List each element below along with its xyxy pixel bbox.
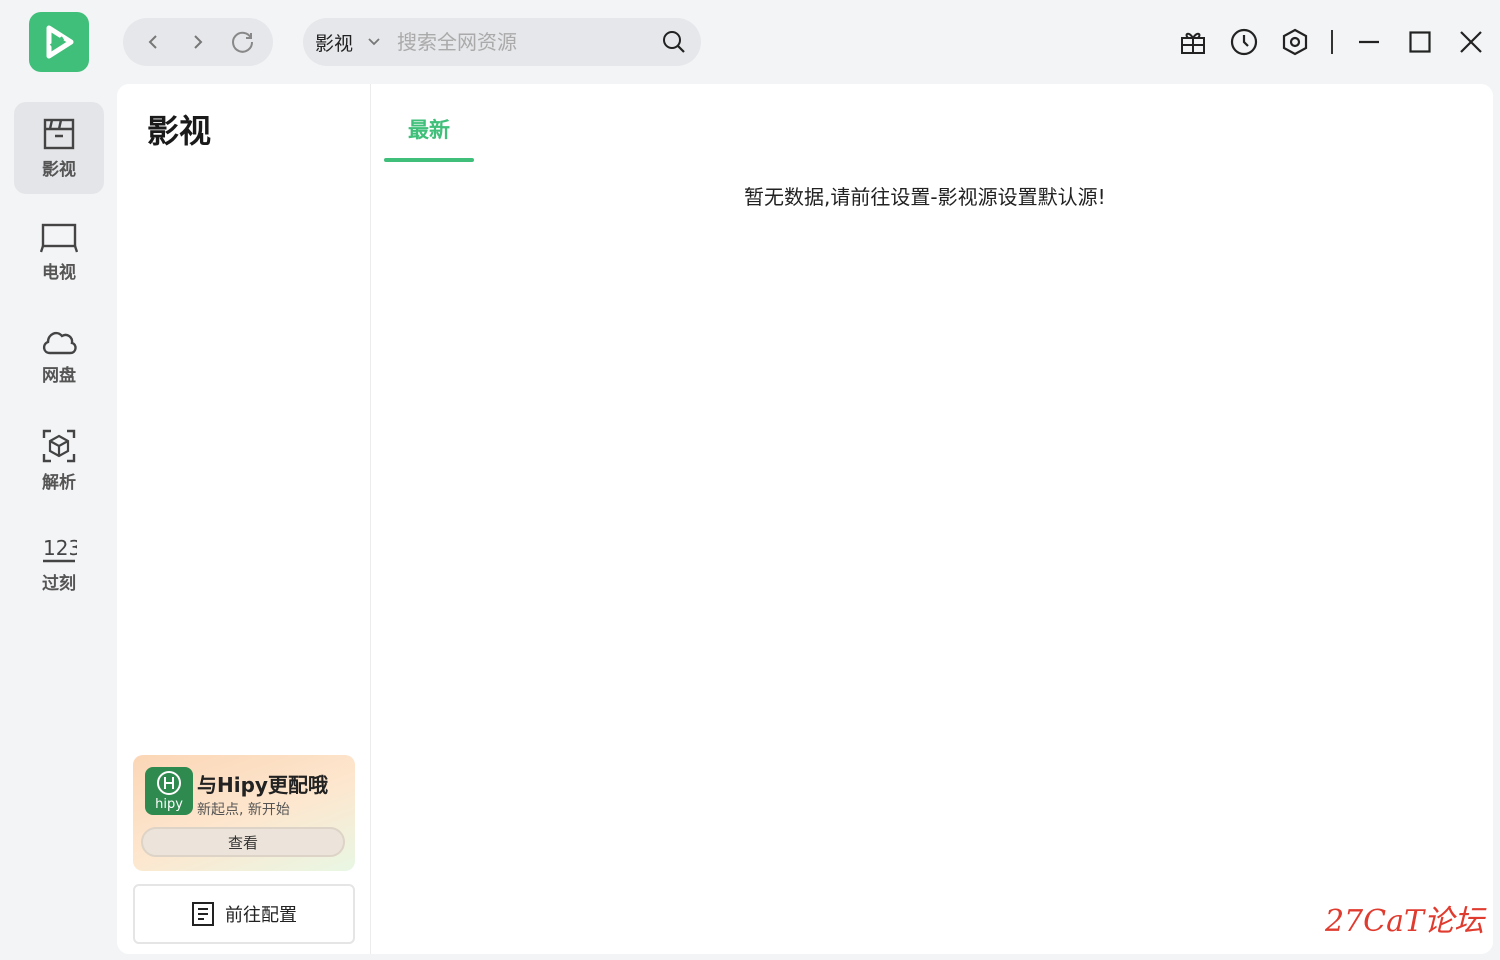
minimize-icon: [1359, 40, 1379, 44]
main-navigation-rail: 影视 电视 网盘 解析 123 过刻: [14, 102, 104, 622]
rail-item-label: 解析: [42, 472, 76, 493]
navigation-controls: [123, 18, 273, 66]
refresh-icon: [231, 31, 253, 53]
rail-item-parse[interactable]: 解析: [14, 414, 104, 506]
empty-state-message: 暂无数据,请前往设置-影视源设置默认源!: [744, 185, 1106, 209]
minimize-button[interactable]: [1354, 27, 1384, 57]
forward-button[interactable]: [182, 26, 214, 58]
history-clock-icon: [1230, 28, 1258, 56]
rail-item-label: 过刻: [42, 573, 76, 594]
cube-scan-icon: [42, 429, 76, 462]
cloud-icon: [42, 331, 77, 354]
back-button[interactable]: [137, 26, 169, 58]
chevron-right-icon: [194, 35, 203, 49]
chevron-left-icon: [148, 35, 158, 49]
search-button[interactable]: [659, 27, 689, 57]
rail-item-film[interactable]: 影视: [14, 102, 104, 194]
maximize-icon: [1409, 31, 1431, 53]
category-sidebar: 影视 hipy 与Hipy更配哦 新起点, 新开始 查看 前往配置: [117, 84, 371, 954]
tv-icon: [40, 223, 78, 252]
refresh-button[interactable]: [227, 26, 259, 58]
svg-text:123: 123: [43, 536, 77, 560]
watermark: 27CaT论坛: [1324, 904, 1484, 939]
window-actions-divider: [1331, 30, 1333, 54]
go-to-config-button[interactable]: 前往配置: [133, 884, 355, 944]
maximize-button[interactable]: [1405, 27, 1435, 57]
hipy-logo-text: hipy: [155, 797, 183, 812]
config-button-label: 前往配置: [225, 905, 297, 926]
settings-hexagon-icon: [1282, 28, 1308, 56]
tab-label: 最新: [408, 118, 450, 142]
search-icon: [663, 31, 685, 53]
film-icon: [43, 118, 75, 149]
hipy-logo: hipy: [145, 767, 193, 815]
page-title: 影视: [147, 112, 212, 150]
rail-item-numbers[interactable]: 123 过刻: [14, 518, 104, 610]
hipy-h-icon: [157, 771, 181, 795]
search-input[interactable]: [397, 30, 659, 54]
promo-view-button[interactable]: 查看: [141, 827, 345, 857]
promo-title: 与Hipy更配哦: [197, 773, 328, 797]
content-panel: 影视 hipy 与Hipy更配哦 新起点, 新开始 查看 前往配置 最新 暂无数…: [117, 84, 1493, 954]
rail-item-label: 影视: [42, 159, 76, 180]
active-tab-indicator: [384, 158, 474, 162]
gift-button[interactable]: [1178, 27, 1208, 57]
search-type-label: 影视: [315, 32, 354, 55]
close-button[interactable]: [1456, 27, 1486, 57]
content-tabs: 最新: [384, 84, 474, 162]
play-logo-icon: [46, 25, 74, 59]
numbers-icon: 123: [43, 536, 77, 562]
document-icon: [192, 902, 214, 926]
chevron-down-icon: [368, 38, 380, 46]
search-type-select[interactable]: 影视: [315, 29, 397, 56]
tab-latest[interactable]: 最新: [384, 84, 474, 162]
window-actions: [1178, 22, 1486, 62]
history-button[interactable]: [1229, 27, 1259, 57]
rail-item-label: 电视: [42, 262, 76, 283]
search-bar: 影视: [303, 18, 701, 66]
rail-item-cloud[interactable]: 网盘: [14, 310, 104, 402]
promo-subtitle: 新起点, 新开始: [197, 802, 290, 818]
rail-item-label: 网盘: [42, 365, 76, 386]
settings-button[interactable]: [1280, 27, 1310, 57]
close-icon: [1460, 31, 1482, 53]
gift-icon: [1181, 32, 1205, 54]
app-logo: [29, 12, 89, 72]
hipy-promo-card: hipy 与Hipy更配哦 新起点, 新开始 查看: [133, 755, 355, 871]
rail-item-tv[interactable]: 电视: [14, 206, 104, 298]
